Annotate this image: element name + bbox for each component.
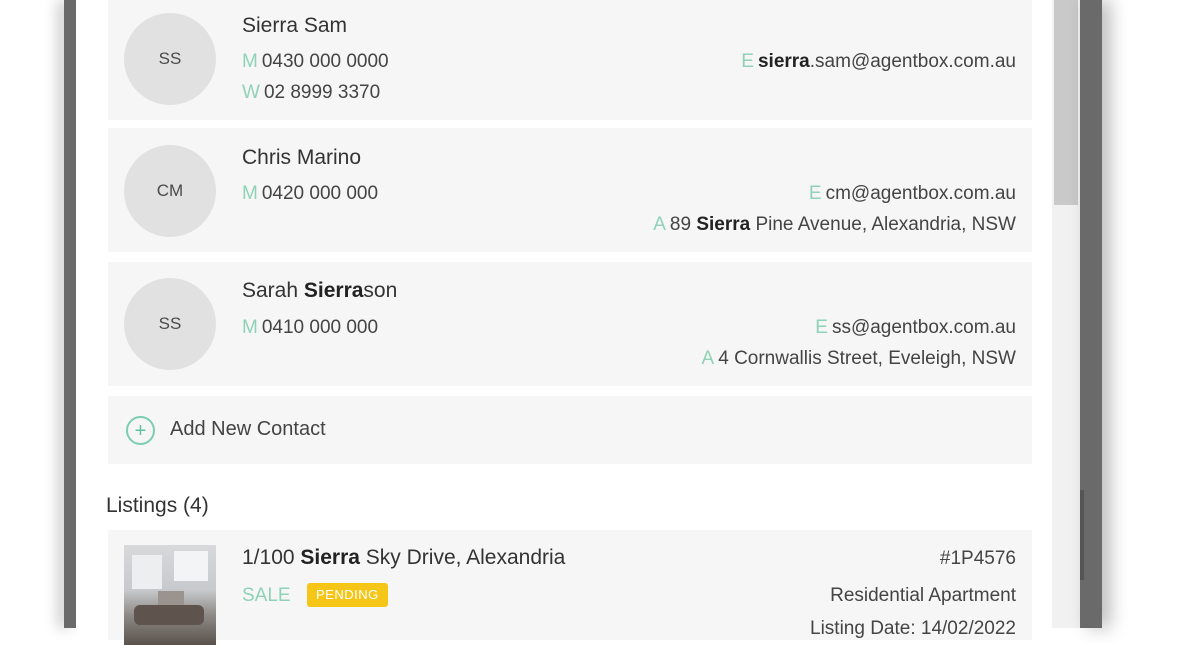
name-highlight: Sierra: [303, 279, 364, 302]
contact-name[interactable]: Sarah Sierrason: [242, 279, 397, 303]
address-text: 4 Cornwallis Street, Eveleigh, NSW: [718, 348, 1016, 369]
listing-address-post: Sky Drive, Alexandria: [359, 546, 566, 569]
sale-type: SALE: [242, 585, 291, 606]
mobile-label: M: [242, 183, 258, 204]
avatar: CM: [124, 145, 216, 237]
mobile-line: M 0420 000 000: [242, 183, 378, 205]
address-post: Pine Avenue, Alexandria, NSW: [750, 214, 1016, 235]
contact-name[interactable]: Sierra Sam: [242, 14, 347, 38]
work-line: W 02 8999 3370: [242, 82, 380, 104]
contact-card[interactable]: SS Sierra Sam M 0430 000 0000 W 02 8999 33…: [108, 0, 1032, 120]
listing-reference: #1P4576: [939, 548, 1016, 569]
mobile-label: M: [242, 51, 258, 72]
device-side-button: [1080, 490, 1084, 580]
listing-address-highlight: Sierra: [300, 546, 360, 569]
email-rest: .sam@agentbox.com.au: [809, 51, 1016, 72]
name-pre: Sarah: [242, 279, 304, 302]
mobile-line: M 0430 000 0000: [242, 51, 389, 73]
mobile-number[interactable]: 0430 000 0000: [262, 51, 389, 72]
address-label: A: [653, 214, 666, 235]
scrollbar[interactable]: [1052, 0, 1080, 628]
listing-photo: [124, 545, 216, 645]
status-badge: PENDING: [307, 583, 388, 607]
address-label: A: [701, 348, 715, 369]
work-label: W: [242, 82, 260, 103]
email-address: ss@agentbox.com.au: [831, 317, 1016, 338]
email-label: E: [815, 317, 828, 338]
email-highlight: sierra: [757, 51, 810, 72]
contact-name-text: Sierra Sam: [242, 14, 348, 37]
work-number[interactable]: 02 8999 3370: [264, 82, 380, 103]
listings-heading: Listings (4): [106, 494, 209, 517]
name-post: son: [363, 279, 398, 302]
avatar-initials: SS: [158, 314, 182, 333]
email-line[interactable]: Ecm@agentbox.com.au: [809, 183, 1016, 205]
mobile-number[interactable]: 0420 000 000: [262, 183, 378, 204]
listing-card[interactable]: 1/100 Sierra Sky Drive, Alexandria SALE …: [108, 530, 1032, 645]
scrollbar-thumb[interactable]: [1054, 0, 1078, 205]
listing-date: Listing Date: 14/02/2022: [810, 618, 1016, 639]
email-line[interactable]: Esierra.sam@agentbox.com.au: [741, 51, 1016, 73]
avatar-initials: CM: [156, 181, 184, 200]
avatar: SS: [124, 278, 216, 370]
mobile-number[interactable]: 0410 000 000: [262, 317, 378, 338]
email-line[interactable]: Ess@agentbox.com.au: [815, 317, 1016, 339]
listing-address-pre: 1/100: [242, 546, 301, 569]
contact-card[interactable]: CM Chris Marino M 0420 000 000 Ecm@agentb…: [108, 128, 1032, 252]
mobile-line: M 0410 000 000: [242, 317, 378, 339]
contact-card[interactable]: SS Sarah Sierrason M 0410 000 000 Ess@age…: [108, 262, 1032, 386]
device-bezel-right: [1080, 0, 1102, 628]
plus-circle-icon[interactable]: +: [126, 416, 155, 445]
email-address: cm@agentbox.com.au: [825, 183, 1016, 204]
avatar: SS: [124, 13, 216, 105]
property-type: Residential Apartment: [830, 585, 1016, 606]
add-contact-button[interactable]: + Add New Contact: [108, 396, 1032, 464]
mobile-label: M: [242, 317, 258, 338]
device-bezel-left: [64, 0, 76, 628]
address-highlight: Sierra: [696, 214, 751, 235]
add-contact-label: Add New Contact: [170, 418, 326, 440]
contact-name[interactable]: Chris Marino: [242, 146, 361, 170]
address-line[interactable]: A 89 Sierra Pine Avenue, Alexandria, NSW: [653, 214, 1016, 236]
listing-address[interactable]: 1/100 Sierra Sky Drive, Alexandria: [242, 546, 565, 570]
avatar-initials: SS: [158, 49, 182, 68]
email-label: E: [741, 51, 754, 72]
email-label: E: [808, 183, 822, 204]
address-line[interactable]: A4 Cornwallis Street, Eveleigh, NSW: [702, 348, 1016, 370]
address-pre: 89: [669, 214, 697, 235]
